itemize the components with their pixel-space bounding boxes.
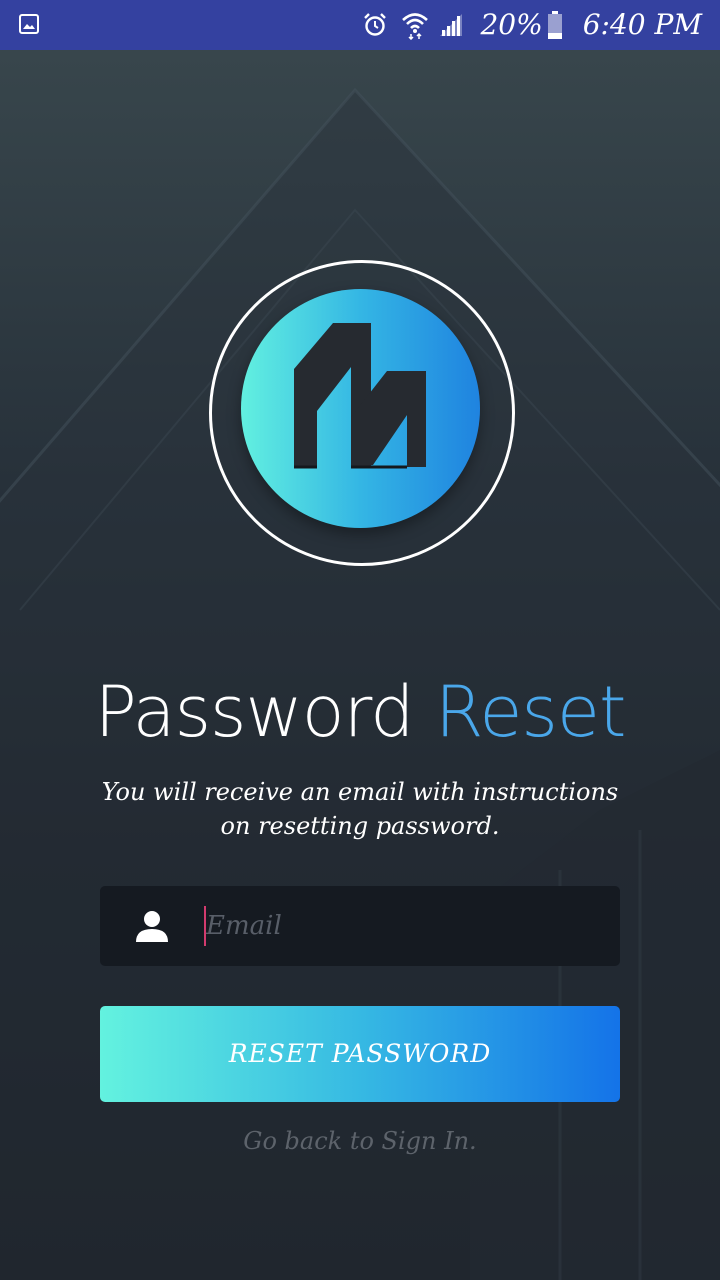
- reset-screen: Password Reset You will receive an email…: [0, 50, 720, 1280]
- email-field[interactable]: [100, 886, 620, 966]
- battery-percent: 20%: [480, 8, 543, 41]
- building-logo-icon: [294, 323, 426, 469]
- user-icon: [136, 911, 168, 942]
- battery-icon: [547, 11, 562, 39]
- gallery-icon: [19, 14, 39, 34]
- title-password: Password: [94, 671, 415, 753]
- email-input[interactable]: [206, 900, 606, 952]
- title-reset: Reset: [434, 671, 627, 753]
- wifi-icon: [402, 13, 429, 40]
- reset-password-button[interactable]: RESET PASSWORD: [100, 1006, 620, 1102]
- status-time: 6:40 PM: [582, 8, 702, 41]
- back-to-sign-in-link[interactable]: Go back to Sign In.: [0, 1123, 720, 1159]
- logo: [241, 289, 480, 528]
- instructions-line-1: You will receive an email with instructi…: [101, 778, 619, 806]
- signal-icon: [440, 14, 463, 36]
- status-bar-right: 20% 6:40 PM: [362, 0, 702, 50]
- alarm-icon: [364, 13, 387, 36]
- page-title: Password Reset: [0, 667, 720, 757]
- status-bar: 20% 6:40 PM: [0, 0, 720, 50]
- instructions-line-2: on resetting password.: [220, 812, 500, 840]
- instructions-text: You will receive an email with instructi…: [60, 775, 660, 843]
